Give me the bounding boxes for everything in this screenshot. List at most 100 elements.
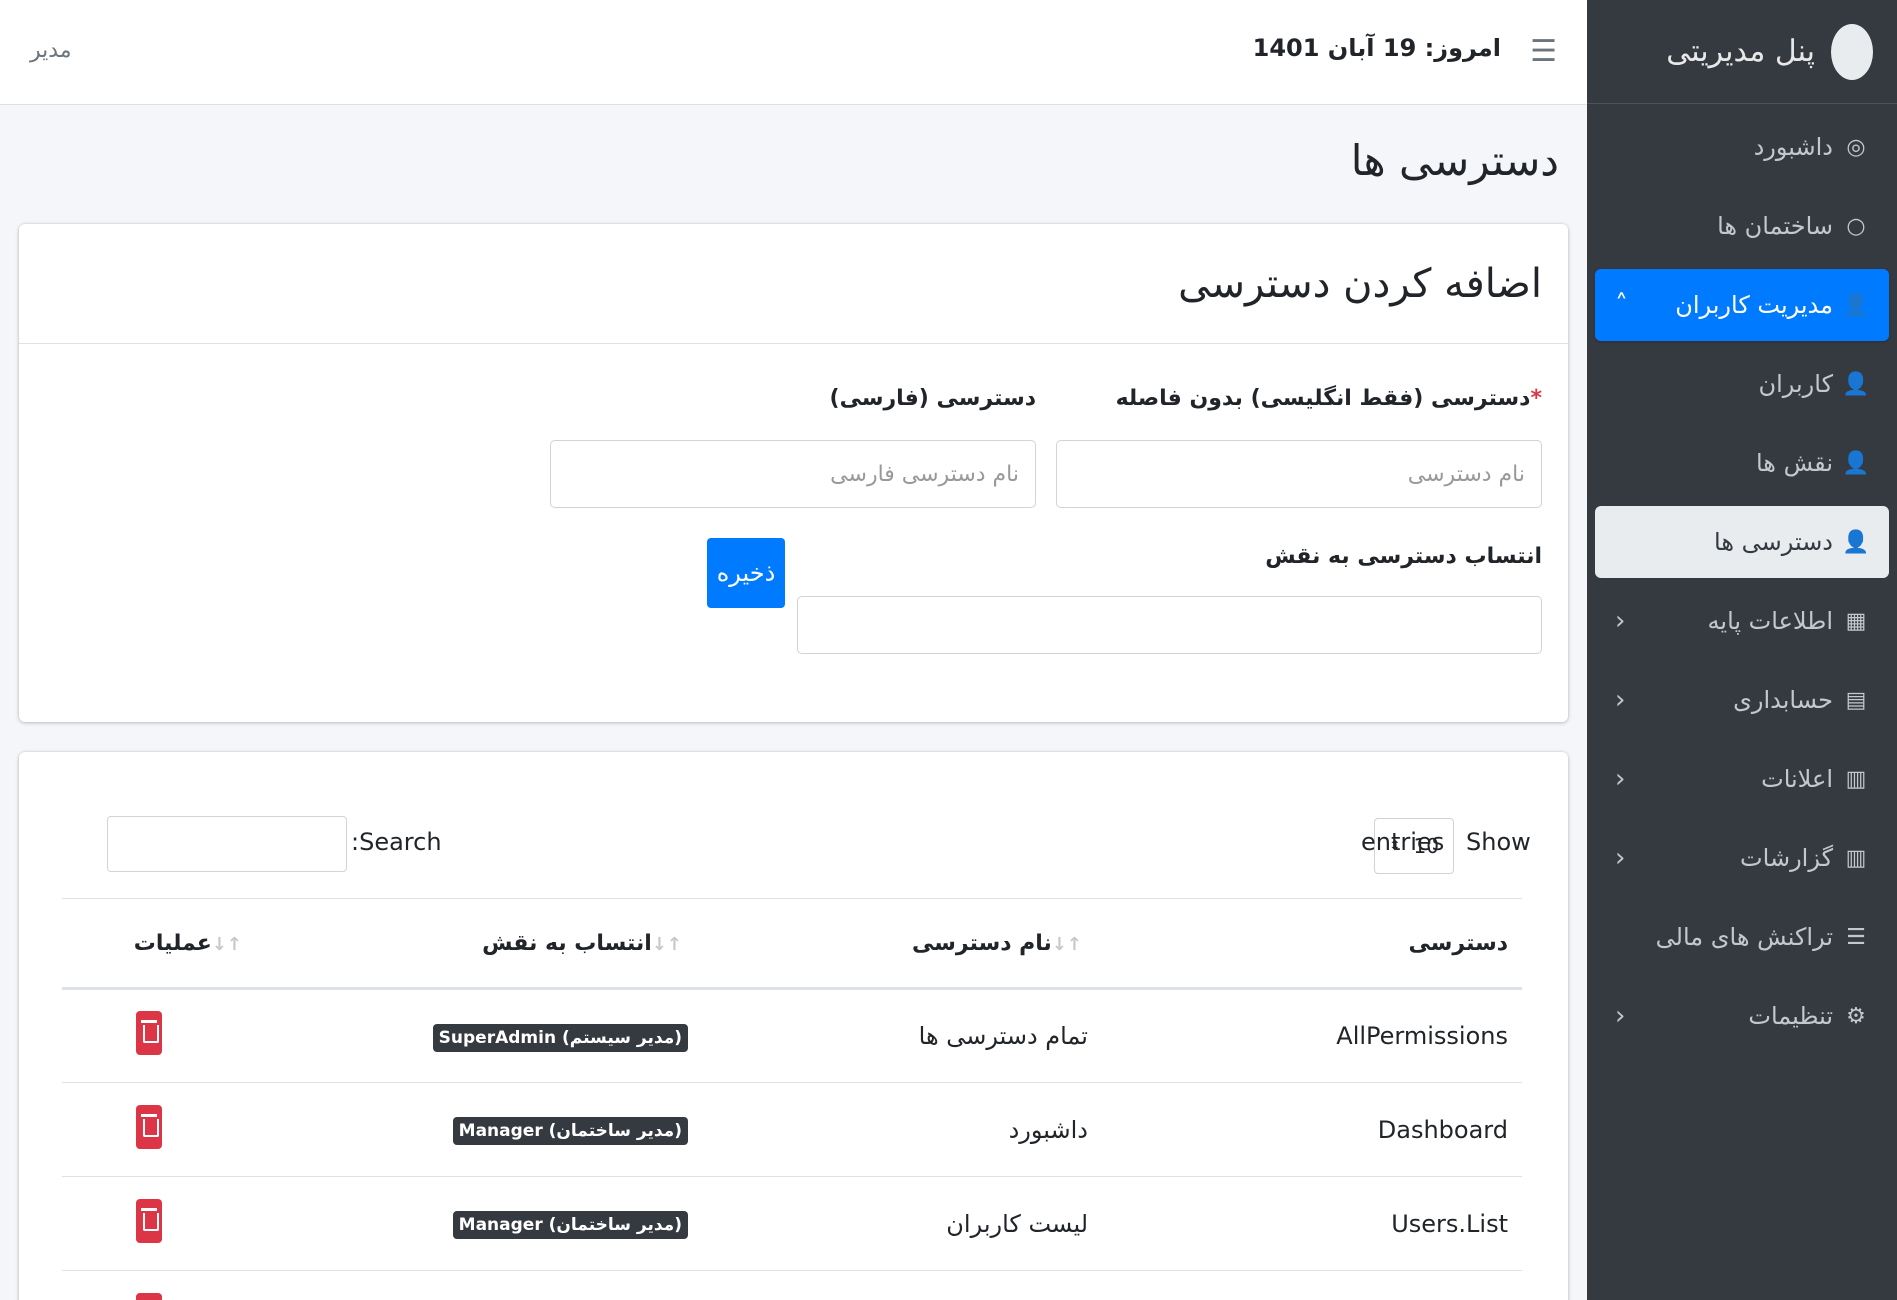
permission-cell: Dashboard [1102, 1082, 1522, 1177]
role-badge: Manager (مدیر ساختمان) [452, 1117, 688, 1145]
sidebar-item-users[interactable]: 👤 کاربران [1595, 348, 1889, 420]
hamburger-icon[interactable]: ☰ [1530, 34, 1557, 69]
actions-cell [62, 1176, 262, 1271]
name-cell: لیست کاربران [702, 1176, 1102, 1271]
building-icon: ▦ [1845, 608, 1867, 634]
user-icon: 👤 [1842, 292, 1870, 318]
user-menu[interactable]: مدیر [30, 38, 72, 63]
name-cell: داشبورد [702, 1082, 1102, 1177]
chevron-left-icon: ‹ [1615, 843, 1626, 873]
card-header: اضافه کردن دسترسی [19, 224, 1568, 344]
sidebar-item-roles[interactable]: 👤 نقش ها [1595, 427, 1889, 499]
sidebar-item-label: تنظیمات [1748, 1002, 1833, 1030]
chevron-left-icon: ‹ [1615, 764, 1626, 794]
save-button[interactable]: ذخیره [707, 538, 785, 608]
table-row: Manager (مدیر ساختمان) لیست کاربران User… [62, 1176, 1522, 1271]
gear-icon: ⚙ [1846, 1003, 1866, 1029]
sort-icon: ↑↓ [651, 933, 682, 955]
table-row: SuperAdmin (مدیر سیستم) تمام دسترسی ها A… [62, 988, 1522, 1083]
table-header-row: ↑↓عملیات ↑↓انتساب به نقش ↑↓نام دسترسی دس… [62, 898, 1522, 990]
sidebar-item-label: گزارشات [1740, 844, 1833, 872]
trash-icon[interactable] [136, 1104, 162, 1149]
sidebar-nav: ◎ داشبورد ○ ساختمان ها 👤 مدیریت کاربران … [1587, 111, 1897, 1052]
actions-cell [62, 1270, 262, 1300]
sidebar-item-announcements[interactable]: ▥ اعلانات ‹ [1595, 743, 1889, 815]
sidebar-item-label: تراکنش های مالی [1655, 923, 1833, 951]
table-row [62, 1270, 1522, 1300]
sidebar-item-dashboard[interactable]: ◎ داشبورد [1595, 111, 1889, 183]
sidebar-item-label: اعلانات [1761, 765, 1833, 793]
user-icon: 👤 [1842, 450, 1870, 476]
sidebar-item-base-info[interactable]: ▦ اطلاعات پایه ‹ [1595, 585, 1889, 657]
name-cell: تمام دسترسی ها [702, 988, 1102, 1083]
entries-label: entries [1361, 828, 1445, 856]
role-badge: Manager (مدیر ساختمان) [452, 1211, 688, 1239]
chevron-up-icon: ˄ [1615, 290, 1628, 320]
role-badge: SuperAdmin (مدیر سیستم) [432, 1023, 688, 1052]
permission-cell: AllPermissions [1102, 988, 1522, 1083]
list-icon: ☰ [1846, 924, 1866, 950]
user-icon: 👤 [1842, 529, 1870, 555]
show-label: Show [1466, 828, 1531, 856]
top-navbar: ☰ امروز: 19 آبان 1401 مدیر [0, 0, 1587, 105]
chevron-left-icon: ‹ [1615, 685, 1626, 715]
chevron-left-icon: ‹ [1615, 606, 1626, 636]
role-cell: Manager (مدیر ساختمان) [262, 1176, 702, 1271]
trash-icon[interactable] [136, 1292, 162, 1300]
required-mark: * [1530, 386, 1542, 411]
brand-link[interactable]: پنل مدیریتی [1587, 0, 1897, 104]
sort-icon: ↑↓ [1051, 933, 1082, 955]
search-label: :Search [351, 828, 442, 856]
column-permission[interactable]: دسترسی [1102, 898, 1522, 990]
sidebar-item-user-management[interactable]: 👤 مدیریت کاربران ˄ [1595, 269, 1889, 341]
add-permission-card: اضافه کردن دسترسی *دسترسی (فقط انگلیسی) … [19, 224, 1568, 722]
role-cell: Manager (مدیر ساختمان) [262, 1082, 702, 1177]
search-input[interactable] [107, 816, 347, 872]
column-assigned-role[interactable]: ↑↓انتساب به نقش [262, 898, 702, 990]
gauge-icon: ◎ [1846, 134, 1866, 160]
role-cell: SuperAdmin (مدیر سیستم) [262, 988, 702, 1083]
sort-icon: ↑↓ [211, 933, 242, 955]
actions-cell [62, 1082, 262, 1177]
trash-icon[interactable] [136, 1198, 162, 1243]
sidebar-item-label: نقش ها [1755, 449, 1833, 477]
sidebar-item-label: اطلاعات پایه [1707, 607, 1833, 635]
sidebar-item-reports[interactable]: ▥ گزارشات ‹ [1595, 822, 1889, 894]
actions-cell [62, 988, 262, 1083]
user-icon: 👤 [1842, 371, 1870, 397]
permissions-table: ↑↓عملیات ↑↓انتساب به نقش ↑↓نام دسترسی دس… [62, 898, 1522, 1300]
column-permission-name[interactable]: ↑↓نام دسترسی [702, 898, 1102, 990]
sidebar-item-label: مدیریت کاربران [1675, 291, 1833, 319]
sidebar-item-accounting[interactable]: ▤ حسابداری ‹ [1595, 664, 1889, 736]
calculator-icon: ▤ [1845, 687, 1867, 713]
assign-role-label: انتساب دسترسی به نقش [1265, 544, 1542, 569]
permission-cell: Users.List [1102, 1176, 1522, 1271]
card-title: اضافه کردن دسترسی [1178, 260, 1542, 307]
permission-name-label: *دسترسی (فقط انگلیسی) بدون فاصله [1115, 386, 1542, 411]
permissions-table-card: Show ⬍ 10 entries :Search ↑↓عملیات ↑↓انت… [19, 752, 1568, 1300]
permission-fa-label: دسترسی (فارسی) [829, 386, 1036, 411]
sidebar-item-label: ساختمان ها [1717, 212, 1833, 240]
brand-text: پنل مدیریتی [1666, 34, 1815, 69]
sidebar-item-label: کاربران [1758, 370, 1833, 398]
page-title: دسترسی ها [1350, 136, 1559, 185]
permission-name-input[interactable] [1056, 440, 1542, 508]
permission-fa-input[interactable] [550, 440, 1036, 508]
sidebar: پنل مدیریتی ◎ داشبورد ○ ساختمان ها 👤 مدی… [1587, 0, 1897, 1300]
column-actions[interactable]: ↑↓عملیات [62, 898, 262, 990]
assign-role-select[interactable] [797, 596, 1542, 654]
sidebar-item-label: داشبورد [1753, 133, 1833, 161]
clipboard-icon: ▥ [1845, 845, 1867, 871]
chevron-left-icon: ‹ [1615, 1001, 1626, 1031]
clipboard-icon: ▥ [1845, 766, 1867, 792]
sidebar-item-transactions[interactable]: ☰ تراکنش های مالی [1595, 901, 1889, 973]
sidebar-item-permissions[interactable]: 👤 دسترسی ها [1595, 506, 1889, 578]
trash-icon[interactable] [136, 1011, 162, 1055]
circle-icon: ○ [1846, 213, 1866, 239]
sidebar-item-label: حسابداری [1733, 686, 1833, 714]
sidebar-item-settings[interactable]: ⚙ تنظیمات ‹ [1595, 980, 1889, 1052]
sidebar-item-buildings[interactable]: ○ ساختمان ها [1595, 190, 1889, 262]
today-date: امروز: 19 آبان 1401 [1252, 34, 1501, 62]
sidebar-item-label: دسترسی ها [1714, 528, 1833, 556]
table-row: Manager (مدیر ساختمان) داشبورد Dashboard [62, 1082, 1522, 1177]
